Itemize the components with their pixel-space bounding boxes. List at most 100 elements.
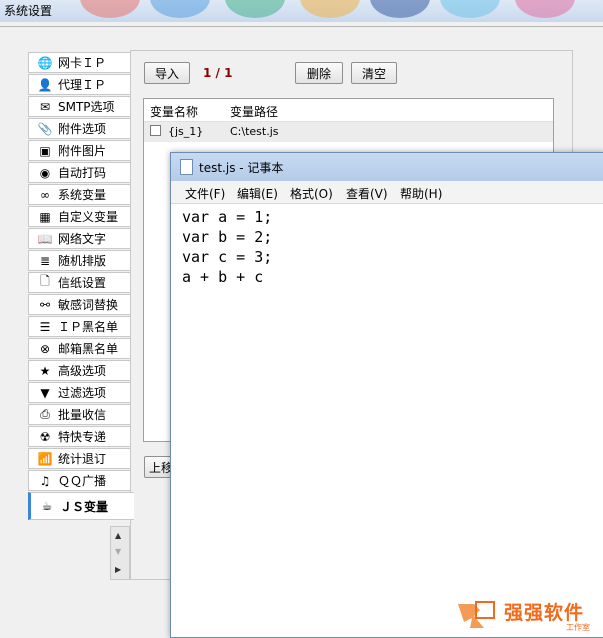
notepad-title: test.js - 记事本 bbox=[199, 161, 284, 175]
scroll-right-icon[interactable]: ▶ bbox=[115, 565, 121, 574]
sidebar-item-document[interactable]: 🗋 信纸设置 bbox=[28, 272, 132, 293]
sidebar-item-label: 网络文字 bbox=[58, 232, 107, 246]
notepad-window[interactable]: test.js - 记事本 文件(F) 编辑(E) 格式(O) 查看(V) 帮助… bbox=[170, 152, 603, 638]
notepad-text-area[interactable]: var a = 1; var b = 2; var c = 3; a + b +… bbox=[182, 207, 272, 287]
sidebar-item-list[interactable]: ☰ ＩＰ黑名单 bbox=[28, 316, 132, 337]
sidebar-item-paperclip[interactable]: 📎 附件选项 bbox=[28, 118, 132, 139]
decorative-blob bbox=[515, 0, 575, 18]
sidebar-item-infinity[interactable]: ∞ 系统变量 bbox=[28, 184, 132, 205]
infinity-icon: ∞ bbox=[40, 187, 50, 202]
chart-icon: 📶 bbox=[37, 451, 53, 466]
decorative-blob bbox=[80, 0, 140, 18]
sidebar-item-eye[interactable]: ◉ 自动打码 bbox=[28, 162, 132, 183]
sidebar-item-label: 统计退订 bbox=[58, 452, 107, 466]
menu-help[interactable]: 帮助(H) bbox=[400, 185, 442, 202]
row-path-cell: C:\test.js bbox=[230, 125, 279, 138]
sidebar-item-label: 附件选项 bbox=[58, 122, 107, 136]
sidebar-item-share[interactable]: ⚯ 敏感词替换 bbox=[28, 294, 132, 315]
sidebar-item-label: 自动打码 bbox=[58, 166, 107, 180]
decorative-blob bbox=[370, 0, 430, 18]
notepad-menubar: 文件(F) 编辑(E) 格式(O) 查看(V) 帮助(H) bbox=[171, 181, 603, 204]
scroll-down-icon[interactable]: ▼ bbox=[115, 547, 121, 556]
row-name-cell: {js_1} bbox=[168, 125, 204, 138]
sidebar-item-chart[interactable]: 📶 统计退订 bbox=[28, 448, 132, 469]
sidebar-item-star[interactable]: ★ 高级选项 bbox=[28, 360, 132, 381]
scroll-up-icon[interactable]: ▲ bbox=[115, 531, 121, 540]
sidebar-item-label: 代理ＩＰ bbox=[58, 78, 107, 92]
decorative-blob bbox=[150, 0, 210, 18]
sidebar-item-filter[interactable]: ▼ 过滤选项 bbox=[28, 382, 132, 403]
notepad-titlebar[interactable]: test.js - 记事本 bbox=[171, 153, 603, 181]
sidebar-item-grid[interactable]: ▦ 自定义变量 bbox=[28, 206, 132, 227]
globe-icon: 🌐 bbox=[37, 55, 53, 70]
radiation-icon: ☢ bbox=[39, 429, 51, 444]
menu-file[interactable]: 文件(F) bbox=[185, 185, 225, 202]
paperclip-icon: 📎 bbox=[37, 121, 53, 136]
sidebar-item-qq[interactable]: ♫ ＱＱ广播 bbox=[28, 470, 132, 491]
import-button[interactable]: 导入 bbox=[144, 62, 190, 84]
sidebar-item-label: SMTP选项 bbox=[58, 100, 115, 114]
sidebar-item-label: 系统变量 bbox=[58, 188, 107, 202]
table-row[interactable]: {js_1} C:\test.js bbox=[144, 122, 553, 142]
inbox-icon: ⎙ bbox=[40, 407, 50, 421]
sidebar-item-label: 随机排版 bbox=[58, 254, 107, 268]
column-header-path[interactable]: 变量路径 bbox=[230, 103, 278, 120]
user-icon: 👤 bbox=[37, 77, 53, 92]
cup-icon: ☕ bbox=[41, 499, 53, 513]
block-icon: ⊗ bbox=[39, 341, 51, 356]
sidebar-scrollbar[interactable]: ▲ ▼ ▶ bbox=[110, 526, 130, 580]
decorative-blob bbox=[225, 0, 285, 18]
delete-button[interactable]: 删除 bbox=[295, 62, 343, 84]
sidebar-item-user[interactable]: 👤 代理ＩＰ bbox=[28, 74, 132, 95]
window-title: 系统设置 bbox=[4, 4, 53, 18]
decorative-blob bbox=[440, 0, 500, 18]
table-header: 变量名称 变量路径 bbox=[144, 99, 553, 122]
row-checkbox[interactable] bbox=[150, 125, 161, 136]
sidebar-item-label: 特快专递 bbox=[58, 430, 107, 444]
sidebar-item-label: 高级选项 bbox=[58, 364, 107, 378]
watermark-subtext: 工作室 bbox=[566, 623, 590, 632]
sidebar-item-inbox[interactable]: ⎙ 批量收信 bbox=[28, 404, 132, 425]
watermark-text: 强强软件 bbox=[504, 602, 585, 624]
document-icon: 🗋 bbox=[40, 274, 50, 288]
menu-view[interactable]: 查看(V) bbox=[346, 185, 388, 202]
sidebar-item-mail[interactable]: ✉ SMTP选项 bbox=[28, 96, 132, 117]
list-icon: ☰ bbox=[39, 319, 51, 334]
sidebar-item-layers[interactable]: ≣ 随机排版 bbox=[28, 250, 132, 271]
settings-sidebar: 🌐 网卡ＩＰ 👤 代理ＩＰ ✉ SMTP选项 📎 附件选项 ▣ 附件图片 ◉ 自动打码 ∞ 系统变量 ▦ 自定… bbox=[28, 52, 134, 521]
eye-icon: ◉ bbox=[39, 165, 51, 180]
sidebar-item-label: 敏感词替换 bbox=[58, 298, 119, 312]
sidebar-item-label: ＪＳ变量 bbox=[60, 499, 109, 514]
decorative-blob bbox=[300, 0, 360, 18]
grid-icon: ▦ bbox=[39, 209, 51, 224]
share-icon: ⚯ bbox=[39, 297, 51, 312]
page-indicator: 1 / 1 bbox=[203, 66, 233, 80]
column-header-name[interactable]: 变量名称 bbox=[150, 103, 198, 120]
mail-icon: ✉ bbox=[39, 99, 51, 114]
notepad-icon bbox=[180, 159, 193, 175]
sidebar-item-label: ＱＱ广播 bbox=[58, 474, 107, 488]
star-icon: ★ bbox=[39, 363, 51, 378]
sidebar-item-label: 邮箱黑名单 bbox=[58, 342, 119, 356]
menu-format[interactable]: 格式(O) bbox=[290, 185, 333, 202]
qq-icon: ♫ bbox=[39, 473, 51, 488]
filter-icon: ▼ bbox=[40, 385, 50, 400]
book-icon: 📖 bbox=[37, 231, 53, 246]
window-titlebar: 系统设置 bbox=[0, 0, 603, 22]
sidebar-item-book[interactable]: 📖 网络文字 bbox=[28, 228, 132, 249]
sidebar-item-block[interactable]: ⊗ 邮箱黑名单 bbox=[28, 338, 132, 359]
sidebar-item-image[interactable]: ▣ 附件图片 bbox=[28, 140, 132, 161]
sidebar-item-label: 信纸设置 bbox=[58, 276, 107, 290]
clear-button[interactable]: 清空 bbox=[351, 62, 397, 84]
watermark: 强强软件 工作室 bbox=[454, 598, 600, 634]
image-icon: ▣ bbox=[39, 143, 51, 158]
sidebar-item-globe[interactable]: 🌐 网卡ＩＰ bbox=[28, 52, 132, 73]
menu-edit[interactable]: 编辑(E) bbox=[237, 185, 278, 202]
sidebar-item-cup[interactable]: ☕ ＪＳ变量 bbox=[28, 492, 134, 520]
sidebar-item-label: 批量收信 bbox=[58, 408, 107, 422]
sidebar-item-label: 过滤选项 bbox=[58, 386, 107, 400]
watermark-logo-icon bbox=[458, 601, 495, 628]
sidebar-item-radiation[interactable]: ☢ 特快专递 bbox=[28, 426, 132, 447]
layers-icon: ≣ bbox=[39, 253, 51, 268]
sidebar-item-label: 网卡ＩＰ bbox=[58, 56, 107, 70]
